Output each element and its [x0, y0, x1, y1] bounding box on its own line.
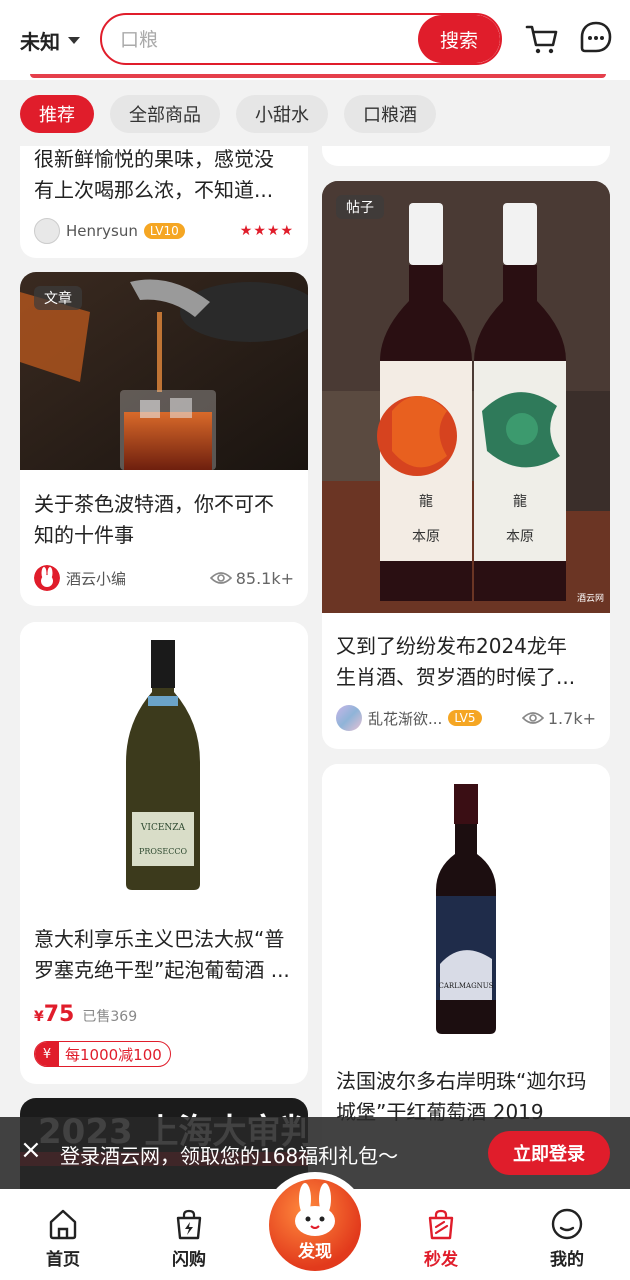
nav-seckill-label: 秒发: [424, 1250, 458, 1270]
close-icon[interactable]: ×: [20, 1135, 42, 1165]
eye-icon: [209, 572, 232, 584]
bottle-type-text: PROSECCO: [139, 847, 188, 856]
nav-seckill[interactable]: 秒发: [391, 1189, 491, 1280]
article-title-line-1: 关于茶色波特酒，你不可不: [34, 492, 274, 516]
tab-daily-wine[interactable]: 口粮酒: [344, 95, 436, 133]
article-meta: 酒云小编 85.1k+: [34, 565, 294, 591]
label-char-4: 本原: [506, 529, 534, 545]
post-card[interactable]: 龍 本原 龍 本原 酒云网 帖子 又到了纷纷发布2024龙年 生肖酒、贺岁酒的时…: [322, 181, 610, 749]
product-price: 75: [43, 1002, 75, 1027]
login-banner-text: 登录酒云网，领取您的168福利礼包～: [60, 1144, 399, 1168]
watermark: 酒云网: [577, 593, 604, 604]
search-input[interactable]: [120, 27, 410, 53]
article-tag: 文章: [34, 286, 82, 310]
article-card[interactable]: 文章 关于茶色波特酒，你不可不 知的十件事 酒云小编 85.1k+: [20, 272, 308, 606]
post-image: 龍 本原 龍 本原 酒云网: [322, 181, 610, 613]
login-button[interactable]: 立即登录: [488, 1131, 610, 1175]
flash-bag-icon: [176, 1209, 202, 1240]
post-meta: 乱花渐欲... LV5 1.7k+: [336, 705, 596, 731]
post-title-line-1: 又到了纷纷发布2024龙年: [336, 634, 567, 658]
nav-mine-label: 我的: [550, 1250, 584, 1270]
product-title-line-1: 意大利享乐主义巴法大叔“普: [34, 927, 285, 951]
tab-all-products[interactable]: 全部商品: [110, 95, 220, 133]
content-feed[interactable]: 很新鲜愉悦的果味，感觉没 有上次喝那么浓，不知道... Henrysun LV1…: [0, 146, 630, 1280]
tab-sweet-drinks[interactable]: 小甜水: [236, 95, 328, 133]
sold-count: 已售369: [82, 1009, 138, 1025]
review-author[interactable]: Henrysun: [66, 222, 138, 240]
coupon-badge[interactable]: ¥ 每1000减100: [34, 1041, 171, 1067]
view-count: 85.1k+: [209, 568, 294, 588]
bottle-brand-text: VICENZA: [140, 823, 186, 833]
message-icon[interactable]: [576, 18, 616, 58]
caret-down-icon: [68, 37, 80, 44]
post-author[interactable]: 乱花渐欲...: [368, 708, 442, 729]
home-icon: [49, 1209, 77, 1240]
product-image: CARLMAGNUS: [322, 764, 610, 1054]
previous-card-tail[interactable]: [322, 146, 610, 166]
review-line-2: 有上次喝那么浓，不知道...: [34, 178, 274, 202]
seckill-bag-icon: [428, 1209, 454, 1240]
product-card-prosecco[interactable]: VICENZA PROSECCO 意大利享乐主义巴法大叔“普 罗塞克绝干型”起泡…: [20, 622, 308, 1084]
currency-symbol: ¥: [34, 1009, 44, 1025]
discover-badge: 发现: [269, 1179, 361, 1271]
product-title-line-2: 罗塞克绝干型”起泡葡萄酒 ...: [34, 958, 290, 982]
eye-icon: [521, 712, 544, 724]
label-char-1: 龍: [419, 493, 433, 510]
article-title-line-2: 知的十件事: [34, 523, 134, 547]
nav-discover-label: 发现: [298, 1242, 332, 1262]
coupon-symbol: ¥: [35, 1042, 59, 1066]
search-button[interactable]: 搜索: [418, 15, 500, 63]
avatar[interactable]: [34, 218, 60, 244]
avatar[interactable]: [336, 705, 362, 731]
view-count-value: 1.7k+: [547, 708, 596, 728]
profile-icon: [551, 1208, 583, 1240]
location-label: 未知: [20, 30, 60, 54]
bottle-label-text: CARLMAGNUS: [439, 982, 494, 990]
article-author[interactable]: 酒云小编: [66, 568, 126, 589]
top-header: 未知 搜索: [0, 0, 630, 80]
view-count: 1.7k+: [521, 708, 596, 728]
search-box[interactable]: 搜索: [100, 13, 502, 65]
cart-icon[interactable]: [522, 18, 562, 58]
label-char-3: 龍: [513, 493, 527, 510]
price-row: ¥ 75 已售369: [34, 1002, 137, 1027]
rating-stars: ★★★★: [239, 223, 294, 239]
nav-flash[interactable]: 闪购: [139, 1189, 239, 1280]
nav-home-label: 首页: [46, 1250, 80, 1270]
category-tabs: 推荐 全部商品 小甜水 口粮酒: [0, 80, 630, 146]
review-meta: Henrysun LV10 ★★★★: [34, 218, 294, 244]
review-card[interactable]: 很新鲜愉悦的果味，感觉没 有上次喝那么浓，不知道... Henrysun LV1…: [20, 146, 308, 258]
label-char-2: 本原: [412, 529, 440, 545]
view-count-value: 85.1k+: [235, 568, 294, 588]
nav-discover[interactable]: 发现: [262, 1172, 368, 1278]
header-accent-bar: [30, 74, 606, 78]
nav-flash-label: 闪购: [172, 1250, 206, 1270]
post-tag: 帖子: [336, 195, 384, 219]
location-selector[interactable]: 未知: [20, 26, 80, 55]
nav-mine[interactable]: 我的: [517, 1189, 617, 1280]
rabbit-mascot-icon: [295, 1183, 335, 1236]
product-title-line-1: 法国波尔多右岸明珠“迦尔玛: [336, 1069, 587, 1093]
tab-recommend[interactable]: 推荐: [20, 95, 94, 133]
review-line-1: 很新鲜愉悦的果味，感觉没: [34, 147, 274, 171]
post-title-line-2: 生肖酒、贺岁酒的时候了...: [336, 665, 576, 689]
nav-home[interactable]: 首页: [13, 1189, 113, 1280]
level-badge: LV10: [143, 223, 185, 239]
level-badge: LV5: [448, 710, 482, 726]
author-avatar[interactable]: [34, 565, 60, 591]
coupon-text: 每1000减100: [65, 1045, 162, 1064]
product-image: VICENZA PROSECCO: [20, 622, 308, 902]
